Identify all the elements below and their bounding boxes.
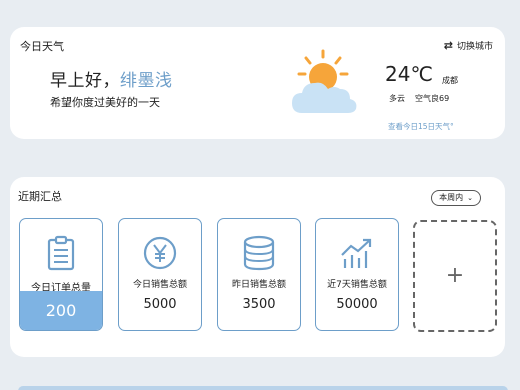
tile-today-sales[interactable]: 今日销售总额 5000 <box>118 218 202 331</box>
tile-value: 3500 <box>242 297 276 312</box>
city-name: 成都 <box>442 76 458 85</box>
user-name: 绯墨浅 <box>120 71 173 91</box>
switch-city-label: 切换城市 <box>456 42 493 52</box>
add-tile-button[interactable]: + <box>413 220 497 332</box>
tile-value: 50000 <box>336 297 378 312</box>
tile-label: 今日销售总额 <box>132 280 187 290</box>
tile-value: 200 <box>45 301 77 320</box>
tile-7day-sales[interactable]: 近7天销售总额 50000 <box>315 218 399 331</box>
swap-arrows-icon: ⇄ <box>443 39 453 52</box>
temperature: 24℃ <box>385 62 433 86</box>
plus-icon: + <box>445 263 465 288</box>
partly-cloudy-icon <box>292 49 357 113</box>
summary-title: 近期汇总 <box>18 190 62 203</box>
next-card-edge <box>18 386 508 390</box>
air-quality: 空气良69 <box>415 94 450 103</box>
growth-chart-icon <box>316 235 398 271</box>
switch-city-button[interactable]: ⇄ 切换城市 <box>444 39 493 52</box>
tile-yesterday-sales[interactable]: 昨日销售总额 3500 <box>217 218 301 331</box>
tile-value: 5000 <box>143 297 177 312</box>
clipboard-icon <box>20 235 102 271</box>
greeting-wish: 希望你度过美好的一天 <box>50 96 160 109</box>
tile-value-box: 200 <box>20 291 102 330</box>
tile-label: 近7天销售总额 <box>327 280 387 290</box>
greeting-prefix: 早上好， <box>50 71 120 91</box>
chevron-down-icon: ⌄ <box>467 194 473 202</box>
greeting: 早上好，绯墨浅 <box>50 66 173 91</box>
yen-coin-icon <box>119 235 201 271</box>
weather-card: 今日天气 ⇄ 切换城市 早上好，绯墨浅 希望你度过美好的一天 24℃ 成都 多云… <box>10 27 505 139</box>
weather-title: 今日天气 <box>20 40 64 53</box>
summary-card: 近期汇总 本周内 ⌄ 今日订单总量 200 今日销售总额 5000 昨日销售总额… <box>10 177 505 357</box>
forecast-link[interactable]: 查看今日15日天气° <box>388 121 454 132</box>
coin-stack-icon <box>218 235 300 271</box>
tile-label: 昨日销售总额 <box>231 280 286 290</box>
period-selected-label: 本周内 <box>439 193 464 202</box>
period-select[interactable]: 本周内 ⌄ <box>431 190 481 206</box>
tile-today-orders[interactable]: 今日订单总量 200 <box>19 218 103 331</box>
weather-condition: 多云 <box>389 94 405 103</box>
